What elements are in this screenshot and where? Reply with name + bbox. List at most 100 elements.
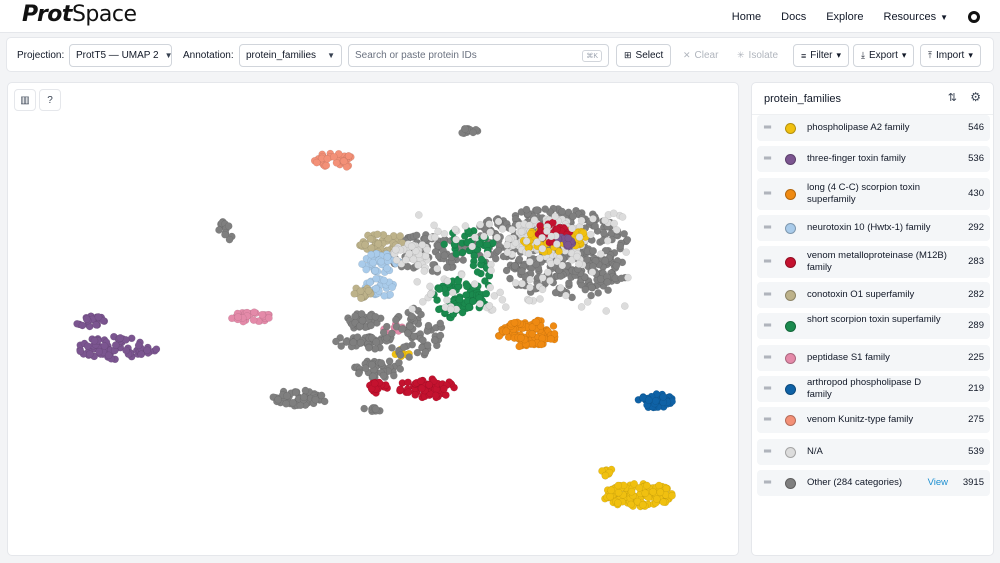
protein-point[interactable]	[350, 289, 359, 298]
drag-handle-icon[interactable]: ═	[764, 257, 771, 267]
protein-point[interactable]	[627, 500, 635, 509]
protein-point[interactable]	[547, 335, 555, 343]
protein-point[interactable]	[440, 240, 449, 249]
protein-point[interactable]	[116, 334, 125, 342]
protein-point[interactable]	[476, 220, 485, 229]
protein-point[interactable]	[224, 222, 233, 230]
protein-point[interactable]	[433, 264, 442, 273]
drag-handle-icon[interactable]: ═	[764, 290, 771, 300]
protein-point[interactable]	[82, 315, 91, 324]
protein-point[interactable]	[612, 261, 621, 270]
nav-explore[interactable]: Explore	[816, 11, 873, 23]
protein-point[interactable]	[549, 322, 558, 330]
protein-point[interactable]	[104, 351, 113, 360]
protein-point[interactable]	[624, 273, 632, 282]
protein-point[interactable]	[430, 336, 439, 345]
protein-point[interactable]	[425, 380, 434, 389]
protein-point[interactable]	[288, 398, 297, 407]
protein-point[interactable]	[525, 296, 534, 305]
protein-point[interactable]	[649, 487, 657, 496]
protein-point[interactable]	[360, 404, 369, 413]
protein-point[interactable]	[522, 237, 531, 246]
protein-point[interactable]	[357, 309, 366, 318]
protein-point[interactable]	[617, 274, 626, 283]
protein-point[interactable]	[502, 327, 510, 336]
protein-point[interactable]	[577, 303, 586, 311]
protein-point[interactable]	[503, 248, 512, 257]
legend-item[interactable]: ═ three-finger toxin family 536	[757, 146, 990, 172]
protein-point[interactable]	[419, 336, 427, 345]
protein-point[interactable]	[362, 265, 371, 274]
protein-point[interactable]	[76, 347, 85, 356]
protein-point[interactable]	[524, 249, 533, 258]
protein-point[interactable]	[322, 161, 331, 170]
protein-point[interactable]	[475, 239, 484, 248]
legend-item[interactable]: ═ arthropod phospholipase D family 219	[757, 376, 990, 402]
protein-point[interactable]	[421, 252, 430, 260]
protein-point[interactable]	[435, 285, 444, 294]
import-button[interactable]: ⤒ Import ▾	[920, 44, 981, 67]
protein-point[interactable]	[373, 230, 382, 239]
protein-point[interactable]	[614, 481, 623, 490]
protein-point[interactable]	[586, 230, 595, 239]
legend-item[interactable]: ═ neurotoxin 10 (Hwtx-1) family 292	[757, 215, 990, 241]
protein-point[interactable]	[85, 350, 94, 359]
protein-point[interactable]	[493, 233, 502, 242]
protein-point[interactable]	[95, 347, 103, 356]
drag-handle-icon[interactable]: ═	[764, 447, 771, 457]
protein-point[interactable]	[486, 283, 495, 292]
protein-point[interactable]	[573, 252, 581, 261]
protein-point[interactable]	[452, 250, 461, 258]
protein-point[interactable]	[405, 353, 414, 361]
protein-point[interactable]	[461, 125, 470, 133]
protein-point[interactable]	[502, 266, 511, 275]
protein-point[interactable]	[473, 268, 482, 276]
nav-home[interactable]: Home	[722, 11, 771, 23]
protein-point[interactable]	[551, 212, 559, 221]
protein-point[interactable]	[656, 488, 665, 497]
protein-point[interactable]	[395, 358, 403, 367]
protein-point[interactable]	[379, 371, 388, 380]
protein-point[interactable]	[538, 233, 546, 242]
protein-point[interactable]	[265, 314, 273, 322]
protein-point[interactable]	[411, 391, 420, 399]
protein-point[interactable]	[577, 216, 586, 225]
protein-point[interactable]	[416, 377, 425, 385]
protein-point[interactable]	[234, 313, 242, 321]
protein-point[interactable]	[301, 386, 310, 395]
protein-point[interactable]	[616, 242, 625, 250]
protein-point[interactable]	[421, 348, 430, 357]
protein-point[interactable]	[655, 481, 663, 490]
protein-point[interactable]	[414, 211, 423, 219]
drag-handle-icon[interactable]: ═	[764, 321, 771, 331]
protein-point[interactable]	[644, 396, 653, 405]
protein-point[interactable]	[404, 388, 413, 397]
protein-point[interactable]	[536, 295, 544, 303]
protein-point[interactable]	[83, 342, 92, 350]
protein-point[interactable]	[575, 260, 583, 268]
protein-point[interactable]	[408, 305, 417, 313]
protein-point[interactable]	[389, 371, 398, 380]
protein-point[interactable]	[503, 241, 512, 249]
legend-item[interactable]: ═ Other (284 categories) View 3915	[757, 470, 990, 496]
legend-item[interactable]: ═ venom metalloproteinase (M12B) family 28…	[757, 246, 990, 278]
clear-button[interactable]: ✕ Clear	[675, 44, 727, 67]
nav-docs[interactable]: Docs	[771, 11, 816, 23]
protein-point[interactable]	[443, 277, 452, 285]
protein-point[interactable]	[498, 225, 507, 233]
protein-point[interactable]	[418, 240, 427, 249]
drag-handle-icon[interactable]: ═	[764, 189, 771, 199]
protein-point[interactable]	[354, 369, 363, 378]
protein-point[interactable]	[471, 233, 479, 242]
protein-point[interactable]	[477, 255, 486, 264]
protein-point[interactable]	[383, 253, 392, 261]
protein-point[interactable]	[283, 391, 291, 400]
protein-point[interactable]	[620, 229, 629, 238]
github-icon[interactable]	[968, 10, 980, 23]
protein-point[interactable]	[552, 240, 561, 248]
protein-point[interactable]	[668, 491, 676, 500]
protein-point[interactable]	[337, 342, 346, 350]
protein-point[interactable]	[518, 267, 526, 276]
protein-point[interactable]	[431, 391, 440, 400]
protein-point[interactable]	[541, 205, 550, 213]
